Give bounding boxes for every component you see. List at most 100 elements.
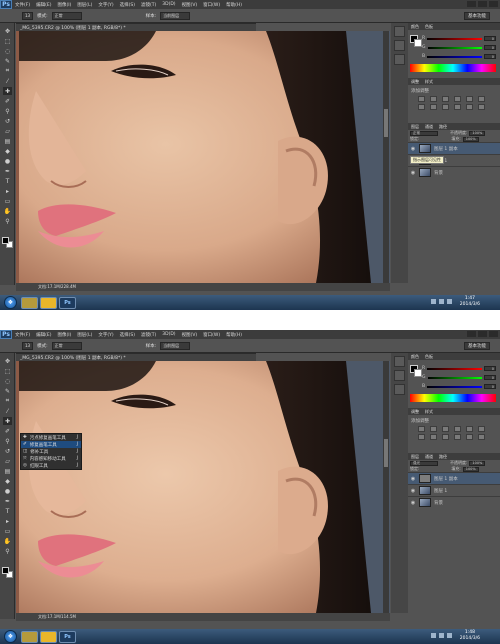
menu-window[interactable]: 窗口(W) xyxy=(200,332,223,338)
properties-panel-icon[interactable] xyxy=(394,370,405,381)
invert-icon[interactable] xyxy=(478,434,485,440)
red-track[interactable] xyxy=(427,37,482,40)
gradient-tool-icon[interactable]: ▤ xyxy=(3,137,12,145)
menu-edit[interactable]: 编辑(E) xyxy=(33,2,54,8)
patch-tool-item[interactable]: ◫ 修补工具 J xyxy=(21,448,81,455)
blend-mode-select[interactable]: 强光 xyxy=(410,460,438,466)
history-panel-icon[interactable] xyxy=(394,26,405,37)
path-select-tool-icon[interactable]: ▸ xyxy=(3,187,12,195)
marquee-tool-icon[interactable]: ⬚ xyxy=(3,37,12,45)
green-value[interactable]: 0 xyxy=(484,375,496,380)
volume-icon[interactable] xyxy=(439,633,444,638)
green-track[interactable] xyxy=(427,376,482,379)
styles-tab[interactable]: 样式 xyxy=(425,409,433,415)
crop-tool-icon[interactable]: ⌗ xyxy=(3,67,12,75)
menu-file[interactable]: 文件(F) xyxy=(12,2,33,8)
zoom-tool-icon[interactable]: ⚲ xyxy=(3,547,12,555)
hand-tool-icon[interactable]: ✋ xyxy=(3,537,12,545)
photo-filter-icon[interactable] xyxy=(442,434,449,440)
background-color-chip[interactable] xyxy=(414,39,422,47)
menu-image[interactable]: 图像(I) xyxy=(54,2,74,8)
fill-input[interactable]: 100% xyxy=(462,136,479,142)
color-balance-icon[interactable] xyxy=(418,434,425,440)
eye-icon[interactable]: ◉ xyxy=(410,476,416,482)
character-panel-icon[interactable] xyxy=(394,54,405,65)
brush-tool-icon[interactable]: ✐ xyxy=(3,427,12,435)
blue-track[interactable] xyxy=(427,55,482,58)
menu-view[interactable]: 视图(V) xyxy=(179,332,201,338)
layer-row[interactable]: ◉ 背景 xyxy=(408,496,500,508)
lasso-tool-icon[interactable]: ◌ xyxy=(3,47,12,55)
brush-size-picker[interactable]: 13 xyxy=(22,11,34,20)
channel-mixer-icon[interactable] xyxy=(454,104,461,110)
menu-filter[interactable]: 滤镜(T) xyxy=(138,2,159,8)
hand-tool-icon[interactable]: ✋ xyxy=(3,207,12,215)
menu-window[interactable]: 窗口(W) xyxy=(200,2,223,8)
properties-panel-icon[interactable] xyxy=(394,40,405,51)
explorer-taskbar-icon[interactable] xyxy=(21,630,38,643)
blue-track[interactable] xyxy=(427,385,482,388)
menu-filter[interactable]: 滤镜(T) xyxy=(138,332,159,338)
scroll-thumb[interactable] xyxy=(384,109,388,137)
adjustments-tab[interactable]: 调整 xyxy=(411,79,419,85)
layers-tab[interactable]: 图层 xyxy=(411,124,419,130)
shape-tool-icon[interactable]: ▭ xyxy=(3,527,12,535)
color-balance-icon[interactable] xyxy=(418,104,425,110)
blur-tool-icon[interactable]: ◆ xyxy=(3,147,12,155)
brush-tool-icon[interactable]: ✐ xyxy=(3,97,12,105)
move-tool-icon[interactable]: ✥ xyxy=(3,357,12,365)
photoshop-taskbar-icon[interactable]: Ps xyxy=(59,630,76,643)
opacity-input[interactable]: 100% xyxy=(469,460,486,466)
red-eye-tool-item[interactable]: ◎ 红眼工具 J xyxy=(21,462,81,469)
menu-image[interactable]: 图像(I) xyxy=(54,332,74,338)
blue-slider[interactable]: B0 xyxy=(422,54,496,59)
dodge-tool-icon[interactable]: ● xyxy=(3,487,12,495)
crop-tool-icon[interactable]: ⌗ xyxy=(3,397,12,405)
menu-select[interactable]: 选择(S) xyxy=(117,332,138,338)
clone-stamp-tool-icon[interactable]: ⚲ xyxy=(3,437,12,445)
start-button[interactable]: ❖ xyxy=(4,296,17,309)
chrome-taskbar-icon[interactable] xyxy=(40,630,57,643)
layer-row[interactable]: ◉ 图层 1 副本 xyxy=(408,472,500,484)
eye-icon[interactable]: ◉ xyxy=(410,500,416,506)
mode-select[interactable]: 正常 xyxy=(51,341,82,350)
fill-input[interactable]: 100% xyxy=(462,466,479,472)
eyedropper-tool-icon[interactable]: ⁄ xyxy=(3,407,12,415)
foreground-color-swatch[interactable] xyxy=(2,567,9,574)
pen-tool-icon[interactable]: ✒ xyxy=(3,167,12,175)
image-canvas[interactable] xyxy=(16,361,390,613)
scroll-thumb[interactable] xyxy=(384,439,388,467)
invert-icon[interactable] xyxy=(478,104,485,110)
levels-icon[interactable] xyxy=(430,426,437,432)
levels-icon[interactable] xyxy=(430,96,437,102)
dodge-tool-icon[interactable]: ● xyxy=(3,157,12,165)
chrome-taskbar-icon[interactable] xyxy=(40,296,57,309)
color-tab[interactable]: 颜色 xyxy=(411,24,419,30)
adjustments-tab[interactable]: 调整 xyxy=(411,409,419,415)
menu-edit[interactable]: 编辑(E) xyxy=(33,332,54,338)
lasso-tool-icon[interactable]: ◌ xyxy=(3,377,12,385)
vibrance-icon[interactable] xyxy=(466,426,473,432)
green-slider[interactable]: G0 xyxy=(422,45,496,50)
hue-icon[interactable] xyxy=(478,96,485,102)
brush-size-picker[interactable]: 13 xyxy=(22,341,34,350)
menu-layer[interactable]: 图层(L) xyxy=(74,2,95,8)
quick-select-tool-icon[interactable]: ✎ xyxy=(3,387,12,395)
curves-icon[interactable] xyxy=(442,96,449,102)
menu-layer[interactable]: 图层(L) xyxy=(74,332,95,338)
blue-value[interactable]: 0 xyxy=(484,54,496,59)
blur-tool-icon[interactable]: ◆ xyxy=(3,477,12,485)
menu-help[interactable]: 帮助(H) xyxy=(223,332,245,338)
maximize-button[interactable] xyxy=(478,1,487,7)
menu-type[interactable]: 文字(Y) xyxy=(95,2,116,8)
explorer-taskbar-icon[interactable] xyxy=(21,296,38,309)
paths-tab[interactable]: 路径 xyxy=(439,124,447,130)
styles-tab[interactable]: 样式 xyxy=(425,79,433,85)
canvas-scrollbar[interactable] xyxy=(383,31,389,283)
spot-healing-brush-item[interactable]: ✚ 污点修复画笔工具 J xyxy=(21,434,81,441)
eye-icon[interactable]: ◉ xyxy=(410,170,416,176)
pen-tool-icon[interactable]: ✒ xyxy=(3,497,12,505)
menu-help[interactable]: 帮助(H) xyxy=(223,2,245,8)
red-slider[interactable]: R0 xyxy=(422,366,496,371)
layer-row[interactable]: ◉ 背景 xyxy=(408,166,500,178)
